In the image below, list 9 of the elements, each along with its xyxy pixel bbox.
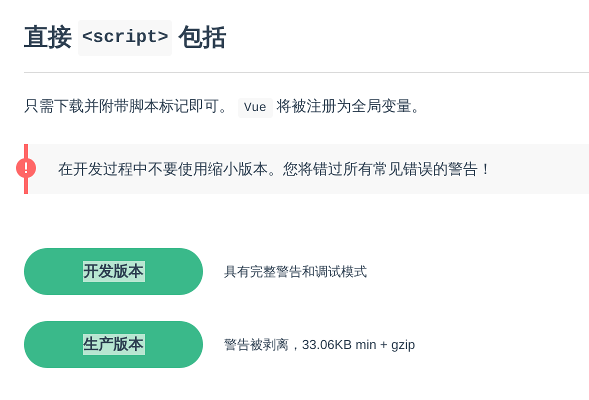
inline-code: <script>	[78, 20, 172, 56]
heading-text: 直接	[24, 23, 72, 53]
download-button[interactable]: 生产版本	[24, 321, 203, 368]
heading-text: 包括	[178, 23, 226, 53]
download-button[interactable]: 开发版本	[24, 248, 203, 295]
intro-paragraph: 只需下载并附带脚本标记即可。 Vue 将被注册为全局变量。	[24, 95, 589, 120]
download-description: 具有完整警告和调试模式	[224, 262, 367, 280]
warning-text: 在开发过程中不要使用缩小版本。您将错过所有常见错误的警告！	[58, 160, 493, 178]
download-description: 警告被剥离，33.06KB min + gzip	[224, 336, 416, 354]
